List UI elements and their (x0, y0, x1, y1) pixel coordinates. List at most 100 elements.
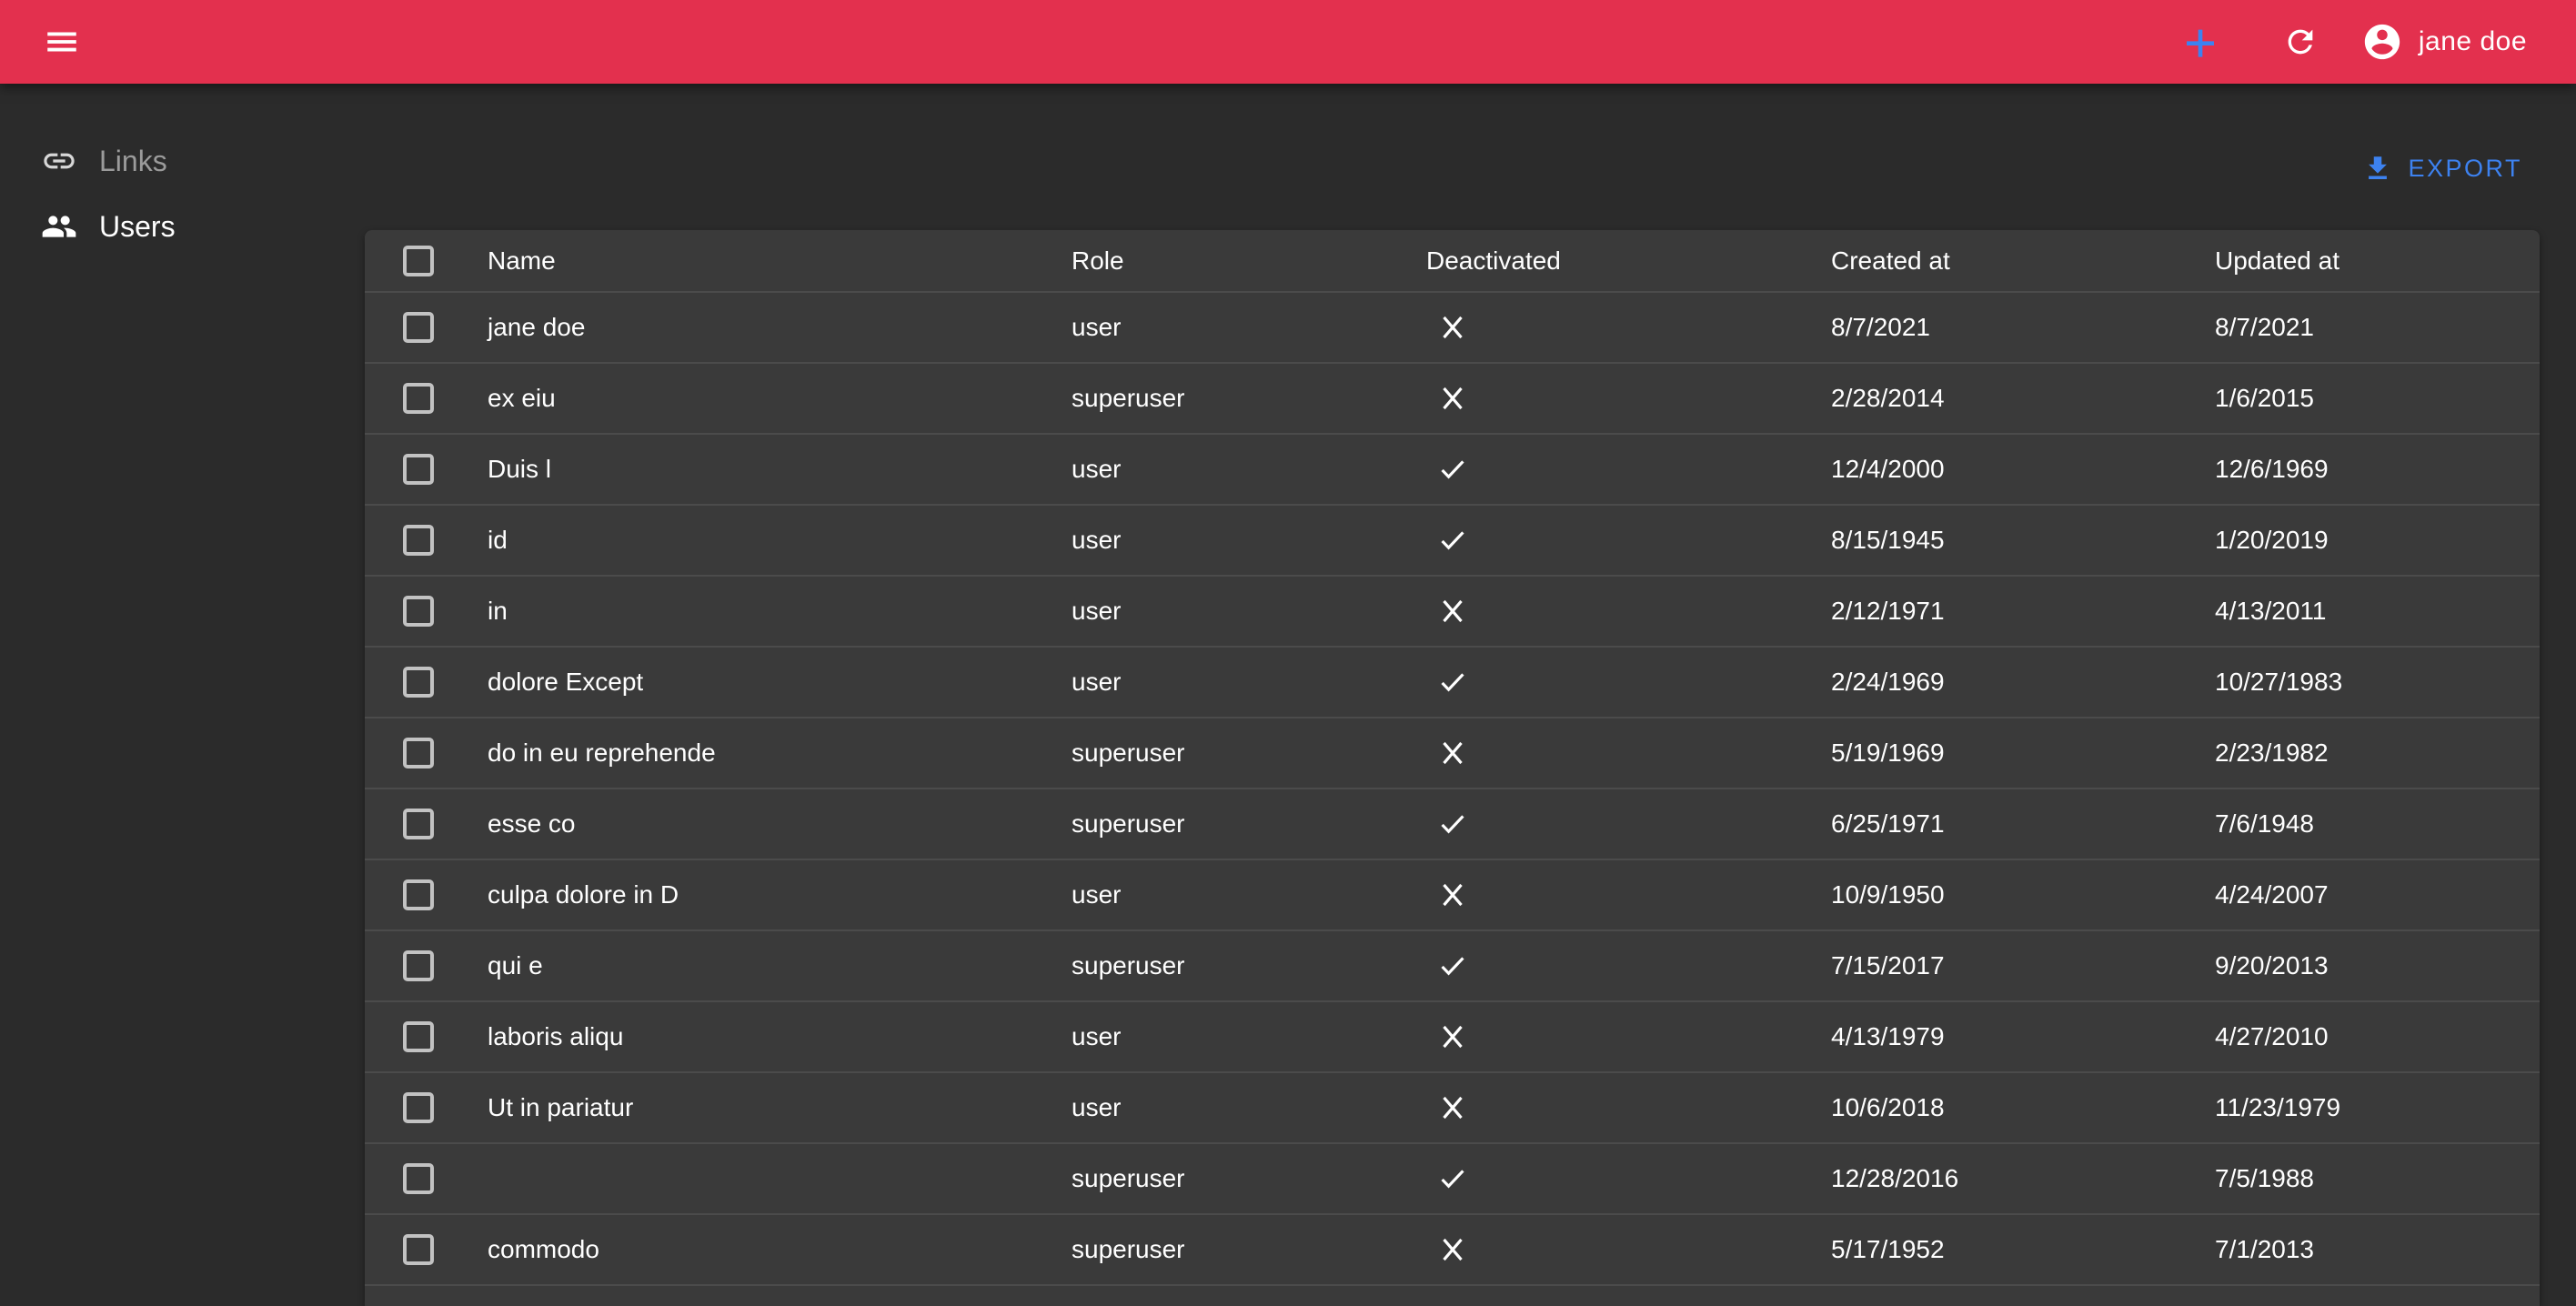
column-header-role[interactable]: Role (1072, 246, 1426, 276)
cell-name: Ut in pariatur (488, 1093, 1072, 1122)
row-checkbox[interactable] (403, 525, 434, 556)
row-checkbox[interactable] (403, 879, 434, 910)
cell-created: 2/28/2014 (1831, 384, 2215, 413)
select-all-checkbox[interactable] (403, 246, 434, 276)
cell-updated: 4/13/2011 (2215, 597, 2540, 626)
clear-icon (1435, 381, 1470, 416)
refresh-button[interactable] (2273, 15, 2328, 69)
table-row[interactable]: commodo superuser 5/17/1952 7/1/2013 (365, 1215, 2540, 1286)
check-icon (1435, 665, 1470, 699)
cell-name: dolore Except (488, 668, 1072, 697)
cell-updated: 11/23/1979 (2215, 1093, 2540, 1122)
cell-role: user (1072, 526, 1426, 555)
row-checkbox[interactable] (403, 1234, 434, 1265)
cell-updated: 4/24/2007 (2215, 880, 2540, 909)
cell-role: user (1072, 313, 1426, 342)
column-header-updated-at[interactable]: Updated at (2215, 246, 2540, 276)
cell-name: qui e (488, 951, 1072, 980)
table-row[interactable]: jane doe user 8/7/2021 8/7/2021 (365, 293, 2540, 364)
cell-name: jane doe (488, 313, 1072, 342)
cell-created: 2/12/1971 (1831, 597, 2215, 626)
row-checkbox[interactable] (403, 950, 434, 981)
cell-role: superuser (1072, 738, 1426, 768)
table-row[interactable]: in user 2/12/1971 4/13/2011 (365, 577, 2540, 648)
users-table-card: Name Role Deactivated Created at Updated… (365, 230, 2540, 1306)
row-checkbox[interactable] (403, 312, 434, 343)
cell-created: 7/15/2017 (1831, 951, 2215, 980)
row-checkbox[interactable] (403, 1092, 434, 1123)
table-row[interactable]: esse co superuser 6/25/1971 7/6/1948 (365, 789, 2540, 860)
cell-created: 10/9/1950 (1831, 880, 2215, 909)
cell-created: 5/17/1952 (1831, 1235, 2215, 1264)
row-checkbox[interactable] (403, 1021, 434, 1052)
clear-icon (1435, 594, 1470, 628)
cell-name: id (488, 526, 1072, 555)
cell-updated: 12/6/1969 (2215, 455, 2540, 484)
row-checkbox[interactable] (403, 809, 434, 839)
cell-updated: 10/27/1983 (2215, 668, 2540, 697)
cell-created: 2/24/1969 (1831, 668, 2215, 697)
sidebar: Links Users (0, 84, 365, 1279)
check-icon (1435, 1161, 1470, 1196)
create-button[interactable] (2173, 15, 2228, 69)
table-row[interactable]: laboris aliqu user 4/13/1979 4/27/2010 (365, 1002, 2540, 1073)
download-icon (2362, 153, 2393, 184)
cell-role: user (1072, 1093, 1426, 1122)
cell-updated: 1/20/2019 (2215, 526, 2540, 555)
table-row[interactable]: Duis l user 12/4/2000 12/6/1969 (365, 435, 2540, 506)
table-row[interactable]: culpa dolore in D user 10/9/1950 4/24/20… (365, 860, 2540, 931)
cell-role: user (1072, 668, 1426, 697)
cell-role: superuser (1072, 1235, 1426, 1264)
table-row[interactable]: dolore Except user 2/24/1969 10/27/1983 (365, 648, 2540, 718)
cell-name: esse co (488, 809, 1072, 839)
row-checkbox[interactable] (403, 596, 434, 627)
column-header-name[interactable]: Name (488, 246, 1072, 276)
cell-updated: 7/1/2013 (2215, 1235, 2540, 1264)
refresh-icon (2282, 24, 2319, 60)
cell-created: 4/13/1979 (1831, 1022, 2215, 1051)
clear-icon (1435, 1232, 1470, 1267)
clear-icon (1435, 736, 1470, 770)
column-header-deactivated[interactable]: Deactivated (1426, 246, 1831, 276)
table-body: jane doe user 8/7/2021 8/7/2021 ex eiu s… (365, 293, 2540, 1286)
check-icon (1435, 949, 1470, 983)
row-checkbox[interactable] (403, 738, 434, 769)
clear-icon (1435, 310, 1470, 345)
check-icon (1435, 523, 1470, 558)
people-icon (41, 208, 77, 245)
hamburger-menu-button[interactable] (36, 16, 87, 67)
cell-role: superuser (1072, 384, 1426, 413)
cell-name: ex eiu (488, 384, 1072, 413)
table-row[interactable]: superuser 12/28/2016 7/5/1988 (365, 1144, 2540, 1215)
sidebar-item-label: Links (99, 145, 167, 178)
sidebar-item-links[interactable]: Links (0, 128, 365, 194)
table-row[interactable]: ex eiu superuser 2/28/2014 1/6/2015 (365, 364, 2540, 435)
appbar-username: jane doe (2419, 26, 2527, 57)
row-checkbox[interactable] (403, 454, 434, 485)
export-button[interactable]: EXPORT (2355, 144, 2530, 193)
row-checkbox[interactable] (403, 667, 434, 698)
table-row[interactable]: do in eu reprehende superuser 5/19/1969 … (365, 718, 2540, 789)
table-row[interactable]: qui e superuser 7/15/2017 9/20/2013 (365, 931, 2540, 1002)
user-menu-button[interactable] (2355, 15, 2410, 69)
row-checkbox[interactable] (403, 1163, 434, 1194)
appbar: jane doe (0, 0, 2576, 84)
cell-updated: 9/20/2013 (2215, 951, 2540, 980)
cell-created: 6/25/1971 (1831, 809, 2215, 839)
cell-created: 8/7/2021 (1831, 313, 2215, 342)
clear-icon (1435, 1020, 1470, 1054)
column-header-created-at[interactable]: Created at (1831, 246, 2215, 276)
cell-name: do in eu reprehende (488, 738, 1072, 768)
add-icon (2182, 24, 2219, 60)
table-row[interactable]: id user 8/15/1945 1/20/2019 (365, 506, 2540, 577)
cell-name: laboris aliqu (488, 1022, 1072, 1051)
table-row[interactable]: Ut in pariatur user 10/6/2018 11/23/1979 (365, 1073, 2540, 1144)
cell-role: user (1072, 597, 1426, 626)
clear-icon (1435, 1090, 1470, 1125)
clear-icon (1435, 878, 1470, 912)
sidebar-item-users[interactable]: Users (0, 194, 365, 259)
link-icon (41, 143, 77, 179)
cell-role: superuser (1072, 951, 1426, 980)
cell-updated: 7/6/1948 (2215, 809, 2540, 839)
row-checkbox[interactable] (403, 383, 434, 414)
